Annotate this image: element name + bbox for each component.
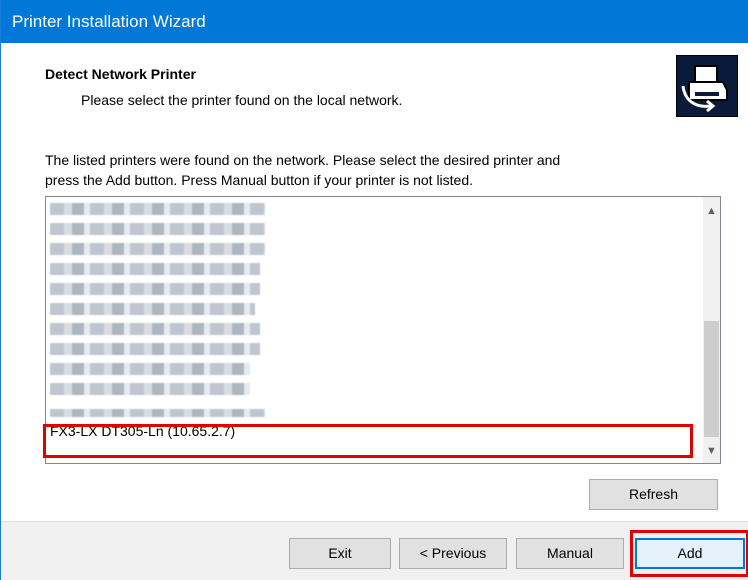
title-bar: Printer Installation Wizard bbox=[1, 0, 748, 43]
selected-printer-highlight bbox=[43, 424, 693, 458]
list-item[interactable] bbox=[50, 399, 690, 419]
add-button-highlight bbox=[630, 530, 748, 577]
blurred-printer-entry bbox=[50, 383, 250, 395]
scroll-down-icon[interactable]: ▼ bbox=[703, 443, 720, 460]
instructions-line-1: The listed printers were found on the ne… bbox=[45, 152, 561, 168]
list-item[interactable] bbox=[50, 219, 690, 239]
scroll-thumb[interactable] bbox=[704, 321, 719, 437]
blurred-printer-entry bbox=[50, 263, 260, 275]
blurred-printer-entry bbox=[50, 303, 255, 315]
blurred-printer-entry bbox=[50, 363, 250, 375]
list-item[interactable] bbox=[50, 359, 690, 379]
wizard-window: Printer Installation Wizard Detect Netwo… bbox=[0, 0, 748, 580]
list-item[interactable] bbox=[50, 199, 690, 219]
blurred-printer-entry bbox=[50, 223, 265, 235]
list-scrollbar[interactable]: ▲ ▼ bbox=[703, 197, 720, 463]
blurred-printer-entry bbox=[50, 203, 265, 215]
page-title: Detect Network Printer bbox=[45, 66, 196, 82]
list-item[interactable] bbox=[50, 339, 690, 359]
window-title: Printer Installation Wizard bbox=[12, 12, 206, 31]
scroll-up-icon[interactable]: ▲ bbox=[703, 203, 720, 220]
blurred-printer-entry bbox=[50, 283, 260, 295]
blurred-printer-entry bbox=[50, 343, 260, 355]
page-subtitle: Please select the printer found on the l… bbox=[81, 92, 403, 108]
blurred-printer-entry bbox=[50, 243, 265, 255]
blurred-printer-entry bbox=[50, 409, 265, 417]
list-item[interactable] bbox=[50, 259, 690, 279]
manual-button[interactable]: Manual bbox=[516, 538, 624, 569]
instructions-line-2: press the Add button. Press Manual butto… bbox=[45, 172, 474, 188]
printer-wizard-icon bbox=[676, 55, 738, 117]
blurred-printer-entry bbox=[50, 323, 260, 335]
list-item[interactable] bbox=[50, 379, 690, 399]
list-item[interactable] bbox=[50, 319, 690, 339]
exit-button[interactable]: Exit bbox=[289, 538, 391, 569]
printer-list-rows: FX3-LX DT305-Ln (10.65.2.7) bbox=[50, 197, 690, 441]
previous-button[interactable]: < Previous bbox=[399, 538, 507, 569]
refresh-button[interactable]: Refresh bbox=[589, 479, 718, 510]
list-item[interactable] bbox=[50, 279, 690, 299]
list-item[interactable] bbox=[50, 239, 690, 259]
list-item[interactable] bbox=[50, 299, 690, 319]
instructions-text: The listed printers were found on the ne… bbox=[45, 150, 705, 190]
